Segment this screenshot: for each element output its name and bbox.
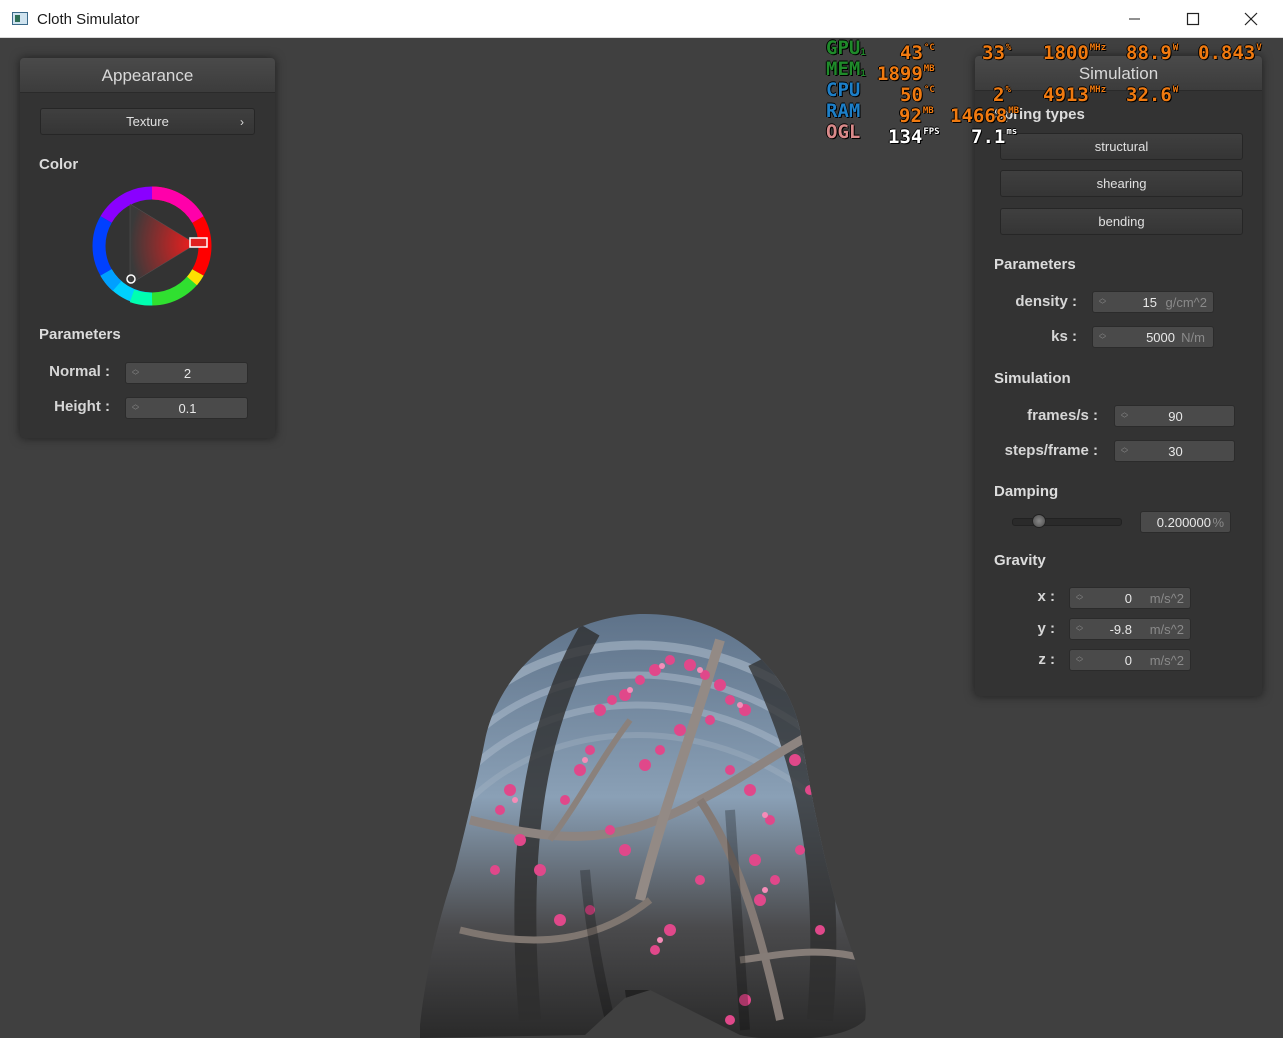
gravity-z-label: z : — [1038, 651, 1055, 668]
simulation-section-label: Simulation — [994, 370, 1071, 387]
steps-label: steps/frame : — [1004, 442, 1098, 459]
minimize-icon — [1129, 18, 1140, 20]
osd-gpu-power: 88.9W — [1126, 42, 1179, 64]
spinner-icon[interactable]: ︿ ﹀ — [1076, 622, 1084, 636]
damping-label: Damping — [994, 483, 1059, 500]
color-wheel[interactable] — [92, 186, 212, 306]
app-icon — [12, 12, 28, 25]
maximize-button[interactable] — [1170, 0, 1216, 37]
gravity-x-input[interactable]: ︿ ﹀ 0 m/s^2 — [1069, 587, 1191, 609]
osd-ram-label: RAM — [826, 100, 861, 122]
fps-input[interactable]: ︿ ﹀ 90 — [1114, 405, 1235, 427]
simulation-panel: Simulation Spring types structural shear… — [975, 56, 1262, 696]
spinner-icon[interactable]: ︿ ﹀ — [1099, 295, 1107, 309]
normal-input[interactable]: ︿ ﹀ 2 — [125, 362, 248, 384]
close-icon — [1244, 12, 1258, 26]
normal-label: Normal : — [49, 363, 110, 380]
gravity-y-label: y : — [1037, 620, 1055, 637]
spinner-icon[interactable]: ︿ ﹀ — [1076, 653, 1084, 667]
osd-cpu-label: CPU — [826, 79, 861, 101]
cloth-mesh — [420, 613, 866, 1038]
close-button[interactable] — [1228, 0, 1274, 37]
texture-button[interactable]: Texture › — [40, 108, 255, 135]
ks-unit: N/m — [1181, 330, 1205, 345]
osd-cpu-clock: 4913MHz — [1043, 84, 1107, 106]
texture-button-label: Texture — [126, 114, 169, 129]
sim-parameters-label: Parameters — [994, 256, 1076, 273]
spinner-icon[interactable]: ︿ ﹀ — [1076, 591, 1084, 605]
osd-gpu-volt: 0.843V — [1198, 42, 1262, 64]
steps-input[interactable]: ︿ ﹀ 30 — [1114, 440, 1235, 462]
ks-input[interactable]: ︿ ﹀ 5000 N/m — [1092, 326, 1214, 348]
gravity-x-label: x : — [1037, 588, 1055, 605]
ks-label: ks : — [1051, 328, 1077, 345]
fps-label: frames/s : — [1027, 407, 1098, 424]
osd-ogl-label: OGL — [826, 121, 861, 143]
title-bar: Cloth Simulator — [0, 0, 1283, 38]
gravity-z-input[interactable]: ︿ ﹀ 0 m/s^2 — [1069, 649, 1191, 671]
minimize-button[interactable] — [1112, 0, 1158, 37]
appearance-parameters-label: Parameters — [39, 326, 121, 343]
color-label: Color — [39, 156, 79, 173]
damping-slider[interactable] — [1012, 514, 1122, 528]
density-input[interactable]: ︿ ﹀ 15 g/cm^2 — [1092, 291, 1214, 313]
appearance-header: Appearance — [20, 58, 275, 93]
density-label: density : — [1015, 293, 1077, 310]
gravity-y-input[interactable]: ︿ ﹀ -9.8 m/s^2 — [1069, 618, 1191, 640]
window-title: Cloth Simulator — [37, 11, 140, 28]
spinner-icon[interactable]: ︿ ﹀ — [1099, 330, 1107, 344]
structural-button[interactable]: structural — [1000, 133, 1243, 160]
gravity-label: Gravity — [994, 552, 1046, 569]
chevron-right-icon: › — [240, 115, 244, 129]
osd-ogl-ms: 7.1ms — [971, 126, 1018, 148]
height-input[interactable]: ︿ ﹀ 0.1 — [125, 397, 248, 419]
osd-gpu-clock: 1800MHz — [1043, 42, 1107, 64]
damping-input[interactable]: 0.200000 % — [1140, 511, 1231, 533]
bending-button[interactable]: bending — [1000, 208, 1243, 235]
osd-cpu-power: 32.6W — [1126, 84, 1179, 106]
osd-ogl-fps: 134FPS — [888, 126, 940, 148]
height-label: Height : — [54, 398, 110, 415]
shearing-button[interactable]: shearing — [1000, 170, 1243, 197]
damping-slider-knob[interactable] — [1031, 514, 1046, 528]
damping-unit: % — [1212, 515, 1224, 530]
maximize-icon — [1186, 12, 1200, 26]
cloth-viewport[interactable] — [400, 600, 880, 1038]
appearance-panel: Appearance Texture › Color Parameters No… — [20, 58, 275, 438]
density-unit: g/cm^2 — [1165, 295, 1207, 310]
osd-gpu-load: 33% — [982, 42, 1012, 64]
